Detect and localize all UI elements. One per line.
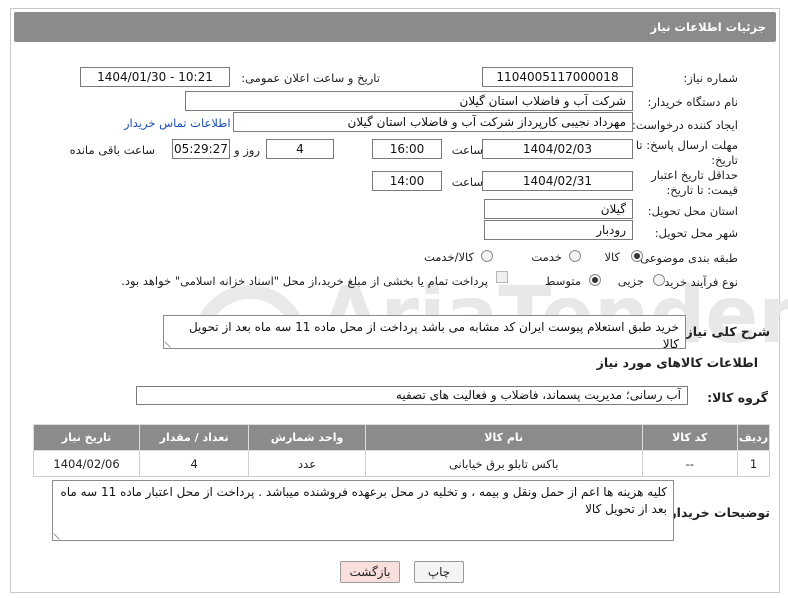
- goods-group-field: آب رسانی؛ مدیریت پسماند، فاضلاب و فعالیت…: [136, 386, 688, 405]
- buyer-org-label: نام دستگاه خریدار:: [647, 95, 738, 109]
- category-option-goods: کالا: [604, 250, 620, 264]
- need-number-field: 1104005117000018: [482, 67, 633, 87]
- process-radio-medium[interactable]: [589, 274, 601, 286]
- col-need-date: تاریخ نیاز: [32, 424, 141, 451]
- process-option-minor: جزیی: [617, 274, 644, 288]
- buyer-org-field: شرکت آب و فاضلاب استان گیلان: [185, 91, 633, 111]
- city-field: رودبار: [484, 220, 633, 240]
- need-number-label: شماره نیاز:: [683, 71, 738, 85]
- cell-need-date: 1404/02/06: [32, 450, 141, 477]
- process-label: نوع فرآیند خرید :: [656, 275, 738, 289]
- cell-row-number: 1: [736, 450, 771, 477]
- province-field: گیلان: [484, 199, 633, 219]
- payment-note: پرداخت تمام یا بخشی از مبلغ خرید،از محل …: [121, 274, 488, 288]
- deadline-date-field: 1404/02/03: [482, 139, 633, 159]
- description-textarea[interactable]: خرید طبق استعلام پیوست ایران کد مشابه می…: [163, 315, 686, 351]
- table-row[interactable]: 1 -- باکس تابلو برق خیابانی عدد 4 1404/0…: [32, 450, 771, 477]
- resize-grip-icon[interactable]: [53, 528, 65, 540]
- creator-label: ایجاد کننده درخواست:: [632, 118, 738, 132]
- col-goods-code: کد کالا: [641, 424, 738, 451]
- col-row-number: ردیف: [736, 424, 771, 451]
- page-title: جزئیات اطلاعات نیاز: [650, 20, 766, 34]
- deadline-time-label: ساعت: [451, 143, 483, 157]
- col-goods-name: نام کالا: [364, 424, 643, 451]
- description-text: خرید طبق استعلام پیوست ایران کد مشابه می…: [188, 320, 679, 351]
- remaining-label: ساعت باقی مانده: [69, 143, 155, 157]
- cell-quantity: 4: [139, 450, 250, 477]
- province-label: استان محل تحویل:: [647, 204, 738, 218]
- category-radio-service[interactable]: [569, 250, 581, 262]
- price-validity-label: حداقل تاریخ اعتبار قیمت: تا تاریخ:: [651, 168, 738, 197]
- remaining-time-field: 05:29:27: [172, 139, 230, 159]
- goods-table-header: ردیف کد کالا نام کالا واحد شمارش تعداد /…: [32, 424, 771, 451]
- announce-date-field: 1404/01/30 - 10:21: [80, 67, 230, 87]
- category-option-goods-service: کالا/خدمت: [423, 250, 474, 264]
- category-option-service: خدمت: [531, 250, 562, 264]
- goods-section-title: اطلاعات کالاهای مورد نیاز: [596, 355, 758, 370]
- days-field: 4: [266, 139, 334, 159]
- deadline-time-field: 16:00: [372, 139, 442, 159]
- process-option-medium: متوسط: [544, 274, 581, 288]
- col-quantity: تعداد / مقدار: [139, 424, 250, 451]
- cell-unit: عدد: [248, 450, 366, 477]
- description-label: شرح کلی نیاز:: [680, 324, 770, 339]
- buyer-contact-link[interactable]: اطلاعات تماس خریدار: [124, 116, 231, 130]
- col-unit: واحد شمارش: [248, 424, 366, 451]
- print-button[interactable]: چاپ: [414, 561, 464, 583]
- page-header: جزئیات اطلاعات نیاز: [14, 12, 776, 42]
- validity-time-field: 14:00: [372, 171, 442, 191]
- buyer-notes-textarea[interactable]: کلیه هزینه ها اعم از حمل ونقل و بیمه ، و…: [52, 480, 674, 541]
- category-radio-goods-service[interactable]: [481, 250, 493, 262]
- validity-time-label: ساعت: [451, 175, 483, 189]
- creator-field: مهرداد نجیبی کارپرداز شرکت آب و فاضلاب ا…: [233, 112, 633, 132]
- announce-label: تاریخ و ساعت اعلان عمومی:: [241, 71, 380, 85]
- goods-table: ردیف کد کالا نام کالا واحد شمارش تعداد /…: [32, 424, 771, 477]
- back-button[interactable]: بازگشت: [340, 561, 400, 583]
- process-radio-minor[interactable]: [653, 274, 665, 286]
- city-label: شهر محل تحویل:: [654, 226, 738, 240]
- deadline-label: مهلت ارسال پاسخ: تا تاریخ:: [635, 138, 738, 167]
- goods-group-label: گروه کالا:: [707, 390, 768, 405]
- cell-goods-code: --: [641, 450, 738, 477]
- buyer-notes-text: کلیه هزینه ها اعم از حمل ونقل و بیمه ، و…: [60, 485, 667, 516]
- buyer-notes-label: توضیحات خریدار:: [664, 505, 770, 520]
- days-label: روز و: [234, 143, 260, 157]
- resize-grip-icon[interactable]: [164, 336, 176, 348]
- payment-checkbox[interactable]: [496, 271, 508, 283]
- cell-goods-name: باکس تابلو برق خیابانی: [364, 450, 643, 477]
- category-label: طبقه بندی موضوعی:: [636, 251, 738, 265]
- validity-date-field: 1404/02/31: [482, 171, 633, 191]
- category-radio-goods[interactable]: [631, 250, 643, 262]
